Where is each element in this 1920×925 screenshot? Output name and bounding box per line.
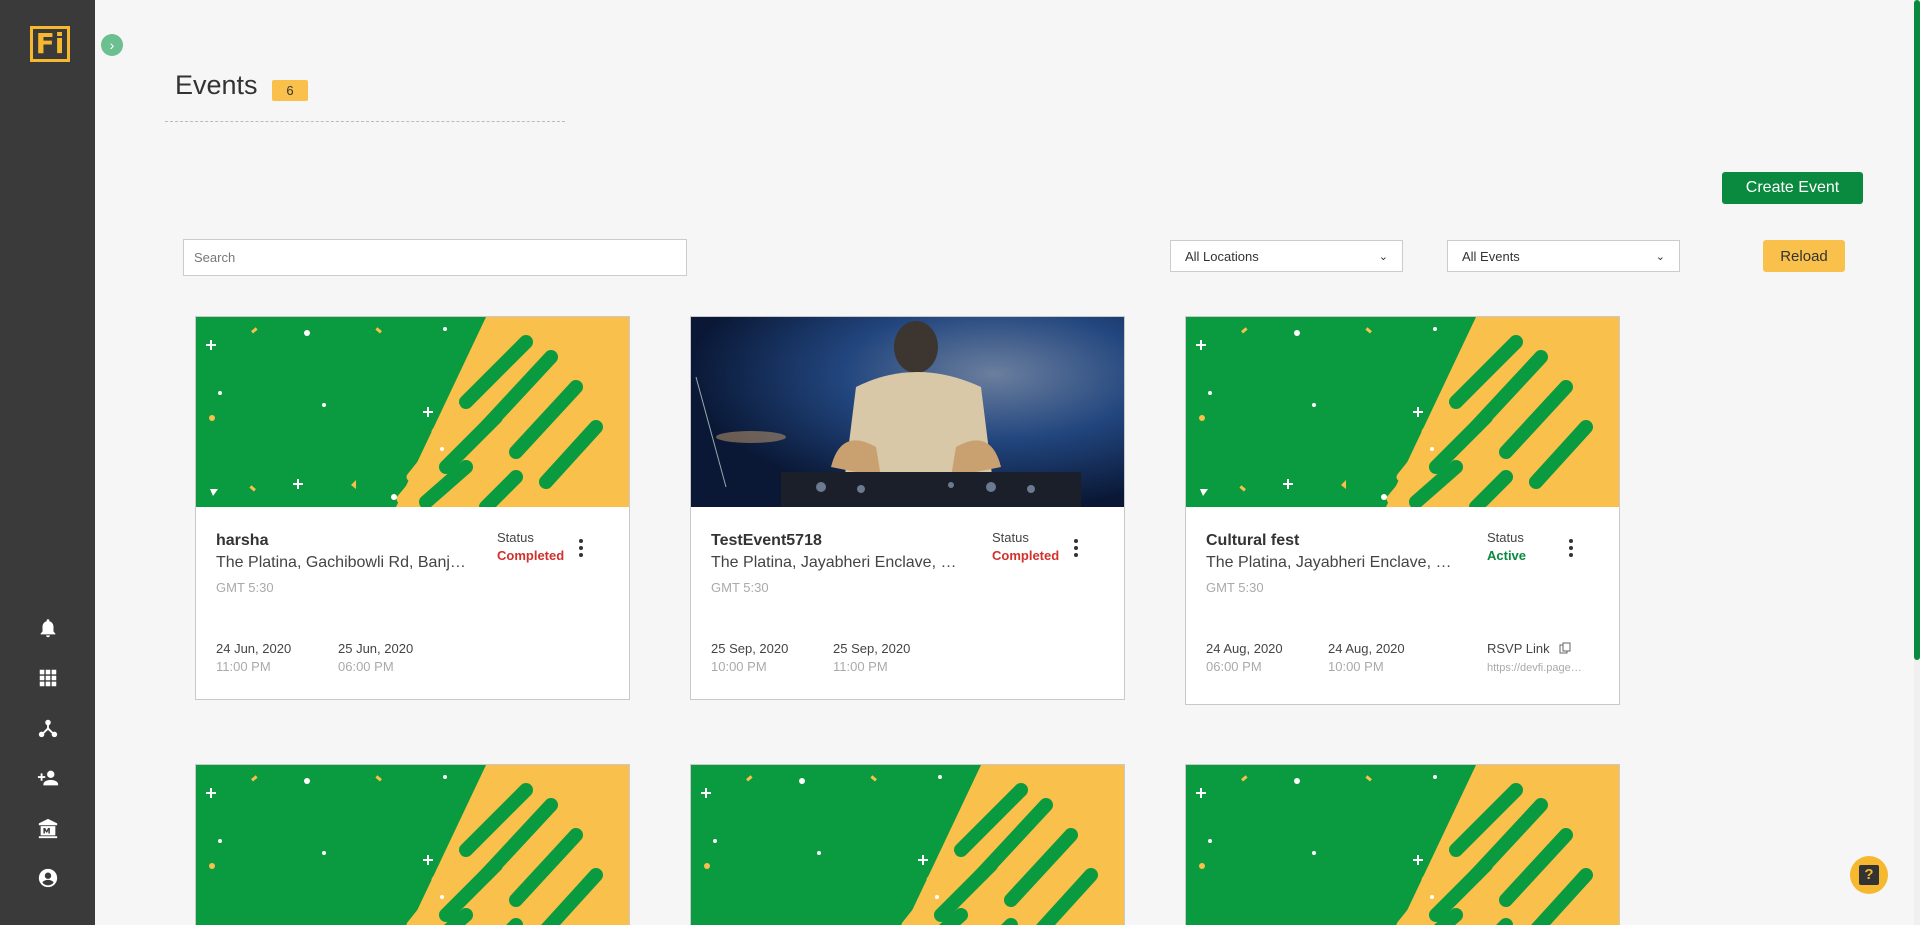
start-date: 24 Aug, 2020 xyxy=(1206,641,1283,656)
start-date: 25 Sep, 2020 xyxy=(711,641,789,656)
sidebar-item-notifications[interactable] xyxy=(0,603,95,653)
network-icon xyxy=(38,719,57,738)
help-button[interactable]: ? xyxy=(1850,856,1888,894)
more-options-icon[interactable] xyxy=(576,539,586,559)
sidebar-item-bank[interactable] xyxy=(0,803,95,853)
sidebar-item-add-user[interactable] xyxy=(0,753,95,803)
event-end: 25 Sep, 2020 11:00 PM xyxy=(833,641,910,674)
status-label: Status xyxy=(497,530,534,545)
chevron-right-icon: › xyxy=(109,37,115,53)
event-start: 25 Sep, 2020 10:00 PM xyxy=(711,641,788,674)
start-time: 10:00 PM xyxy=(711,659,767,674)
help-icon: ? xyxy=(1859,865,1879,885)
event-card[interactable] xyxy=(195,764,630,925)
start-time: 11:00 PM xyxy=(216,659,271,674)
event-banner-image xyxy=(196,317,629,507)
sidebar-toggle-button[interactable]: › xyxy=(101,34,123,56)
event-banner-image xyxy=(1186,317,1619,507)
status-badge: Active xyxy=(1487,548,1527,563)
sidebar-item-network[interactable] xyxy=(0,703,95,753)
create-event-button[interactable]: Create Event xyxy=(1722,172,1863,204)
rsvp-label-text: RSVP Link xyxy=(1487,641,1550,656)
event-start: 24 Aug, 2020 06:00 PM xyxy=(1206,641,1283,674)
more-options-icon[interactable] xyxy=(1071,539,1081,559)
event-card[interactable] xyxy=(1185,764,1620,925)
event-title[interactable]: TestEvent5718 xyxy=(711,532,822,550)
event-card-body: Cultural fest The Platina, Jayabheri Enc… xyxy=(1186,507,1619,699)
end-date: 25 Sep, 2020 xyxy=(833,641,911,656)
reload-button[interactable]: Reload xyxy=(1763,240,1845,272)
event-timezone: GMT 5:30 xyxy=(711,580,769,595)
event-card-body: harsha The Platina, Gachibowli Rd, Banja… xyxy=(196,507,629,699)
event-photo-image xyxy=(691,317,1124,507)
sidebar-nav xyxy=(0,603,95,903)
event-end: 24 Aug, 2020 10:00 PM xyxy=(1328,641,1405,674)
start-time: 06:00 PM xyxy=(1206,659,1262,674)
event-count-badge: 6 xyxy=(272,80,308,101)
event-card[interactable] xyxy=(690,764,1125,925)
event-timezone: GMT 5:30 xyxy=(216,580,274,595)
bell-icon xyxy=(40,619,55,638)
rsvp-link-url[interactable]: https://devfi.page.link xyxy=(1487,662,1582,674)
status-badge: Completed xyxy=(992,548,1060,563)
status-label: Status xyxy=(992,530,1029,545)
rsvp-link-label: RSVP Link xyxy=(1487,641,1571,656)
title-divider xyxy=(165,121,565,122)
end-date: 24 Aug, 2020 xyxy=(1328,641,1405,656)
status-badge: Completed xyxy=(497,548,565,563)
event-banner-image xyxy=(1186,765,1619,925)
scrollbar-thumb[interactable] xyxy=(1914,0,1920,660)
event-card-body: TestEvent5718 The Platina, Jayabheri Enc… xyxy=(691,507,1124,699)
event-card[interactable]: Cultural fest The Platina, Jayabheri Enc… xyxy=(1185,316,1620,705)
event-banner-image xyxy=(196,765,629,925)
event-banner-image xyxy=(691,765,1124,925)
start-date: 24 Jun, 2020 xyxy=(216,641,292,656)
event-end: 25 Jun, 2020 06:00 PM xyxy=(338,641,413,674)
event-filter-select-value: All Events xyxy=(1462,248,1520,264)
account-circle-icon xyxy=(38,868,57,888)
event-address: The Platina, Jayabheri Enclave, Gachibow… xyxy=(711,554,961,571)
status-label: Status xyxy=(1487,530,1524,545)
event-title[interactable]: Cultural fest xyxy=(1206,532,1299,550)
search-input[interactable] xyxy=(183,239,687,276)
page-title: Events xyxy=(175,70,258,100)
sidebar-item-account[interactable] xyxy=(0,853,95,903)
add-user-icon xyxy=(37,770,58,786)
event-filter-select[interactable]: All Events ⌄ xyxy=(1447,240,1680,272)
event-card[interactable]: harsha The Platina, Gachibowli Rd, Banja… xyxy=(195,316,630,700)
sidebar: Fi xyxy=(0,0,95,925)
event-address: The Platina, Jayabheri Enclave, Gachibow… xyxy=(1206,554,1456,571)
end-time: 10:00 PM xyxy=(1328,659,1384,674)
end-time: 11:00 PM xyxy=(833,659,888,674)
end-date: 25 Jun, 2020 xyxy=(338,641,414,656)
event-card[interactable]: TestEvent5718 The Platina, Jayabheri Enc… xyxy=(690,316,1125,700)
copy-icon[interactable] xyxy=(1559,642,1571,654)
app-logo[interactable]: Fi xyxy=(30,26,70,62)
end-time: 06:00 PM xyxy=(338,659,394,674)
bank-icon xyxy=(38,818,57,839)
chevron-down-icon: ⌄ xyxy=(1655,250,1665,263)
chevron-down-icon: ⌄ xyxy=(1378,250,1388,263)
sidebar-item-apps[interactable] xyxy=(0,653,95,703)
grid-icon xyxy=(39,669,56,687)
location-select[interactable]: All Locations ⌄ xyxy=(1170,240,1403,272)
event-timezone: GMT 5:30 xyxy=(1206,580,1264,595)
event-title[interactable]: harsha xyxy=(216,532,268,550)
scrollbar[interactable] xyxy=(1914,0,1920,925)
location-select-value: All Locations xyxy=(1185,248,1259,264)
more-options-icon[interactable] xyxy=(1566,539,1576,559)
event-address: The Platina, Gachibowli Rd, Banjara Hill… xyxy=(216,554,466,571)
event-start: 24 Jun, 2020 11:00 PM xyxy=(216,641,291,674)
